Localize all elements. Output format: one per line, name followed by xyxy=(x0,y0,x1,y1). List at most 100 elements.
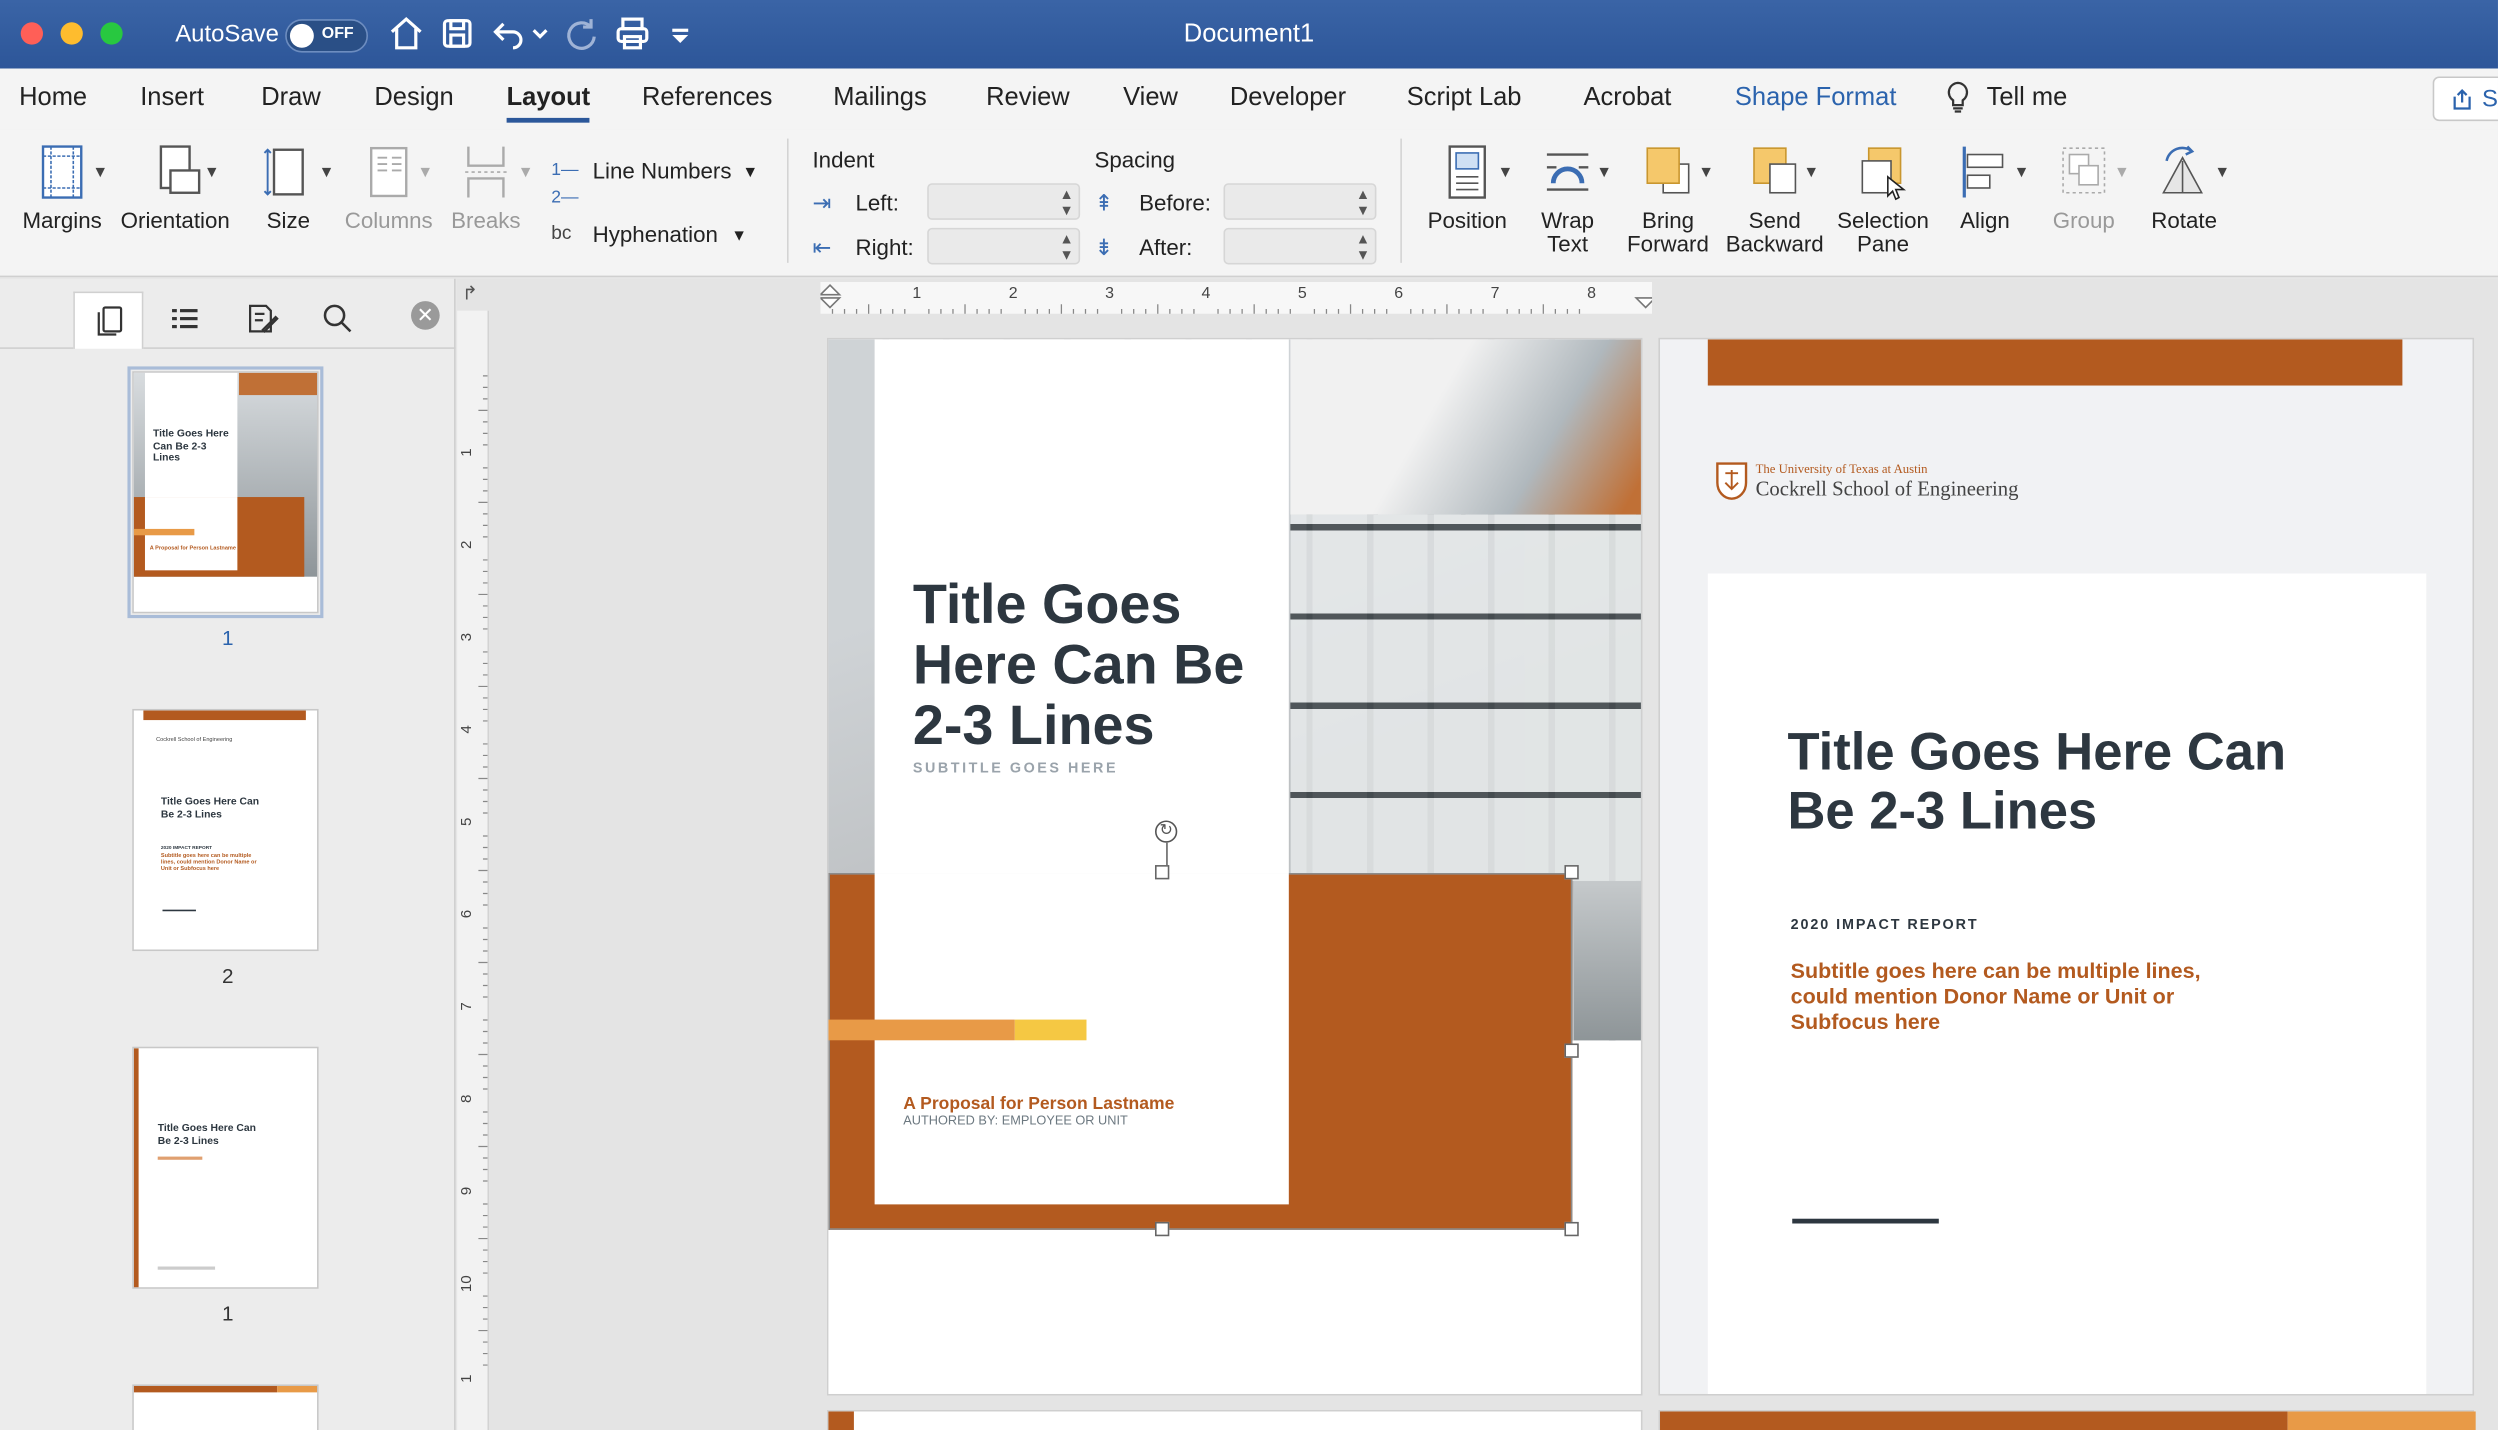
tell-me-search[interactable]: Tell me xyxy=(1987,84,2068,113)
document-canvas[interactable]: ↱ 1 2 3 4 5 6 7 8 1 2 3 4 5 6 7 8 9 10 1… xyxy=(457,278,2498,1430)
report-label[interactable]: 2020 IMPACT REPORT xyxy=(1791,916,1979,932)
chevron-down-icon[interactable]: ▼ xyxy=(1596,164,1612,182)
page-report[interactable]: The University of Texas at Austin Cockre… xyxy=(1658,337,2475,1396)
autosave-toggle[interactable]: OFF xyxy=(285,19,369,53)
tab-design[interactable]: Design xyxy=(374,84,453,113)
resize-handle-bottom[interactable] xyxy=(1154,1221,1170,1237)
spacing-after-input[interactable]: ▲ ▼ xyxy=(1223,227,1377,265)
hyphenation-button[interactable]: bc Hyphenation ▼ xyxy=(551,220,768,246)
group-button[interactable]: Group xyxy=(2039,142,2128,233)
align-button[interactable]: Align xyxy=(1940,142,2029,233)
redo-icon[interactable] xyxy=(562,14,600,52)
thumb-title: Title Goes Here Can Be 2-3 Lines xyxy=(152,428,229,464)
spacing-before-input[interactable]: ▲ ▼ xyxy=(1223,183,1377,220)
chevron-down-icon[interactable]: ▼ xyxy=(2214,164,2230,182)
save-icon[interactable] xyxy=(438,14,476,52)
tab-layout[interactable]: Layout xyxy=(506,84,591,123)
search-tab[interactable] xyxy=(303,292,373,349)
chevron-down-icon[interactable]: ▼ xyxy=(204,164,220,182)
tab-home[interactable]: Home xyxy=(19,84,87,113)
indent-left-input[interactable]: ▲ ▼ xyxy=(927,183,1081,220)
columns-button[interactable]: Columns xyxy=(341,142,437,233)
page-thumbnail-4[interactable] xyxy=(132,1384,319,1430)
ruler-number: 3 xyxy=(458,633,475,641)
print-icon[interactable] xyxy=(613,14,651,52)
proposal-text[interactable]: A Proposal for Person Lastname xyxy=(903,1094,1174,1113)
wrap-text-button[interactable]: Wrap Text xyxy=(1521,142,1613,257)
horizontal-ruler[interactable]: 1 2 3 4 5 6 7 8 xyxy=(820,281,1653,314)
rotate-handle-icon[interactable]: ↻ xyxy=(1154,820,1178,843)
rotate-button[interactable]: Rotate xyxy=(2140,142,2229,233)
stepper-arrows-icon[interactable]: ▲ ▼ xyxy=(1356,231,1370,263)
tab-acrobat[interactable]: Acrobat xyxy=(1584,84,1672,113)
ruler-number: 2 xyxy=(1009,285,1018,302)
bring-forward-button[interactable]: Bring Forward xyxy=(1619,142,1718,257)
tab-references[interactable]: References xyxy=(642,84,772,113)
chevron-down-icon[interactable]: ▼ xyxy=(1803,164,1819,182)
resize-handle-top[interactable] xyxy=(1154,865,1170,880)
margins-button[interactable]: Margins xyxy=(16,142,108,233)
ruler-number: 4 xyxy=(458,725,475,733)
page-thumbnail-1[interactable]: Title Goes Here Can Be 2-3 Lines A Propo… xyxy=(127,366,324,619)
undo-dropdown-icon[interactable] xyxy=(531,14,550,52)
maximize-window-button[interactable] xyxy=(100,22,123,45)
chevron-down-icon[interactable]: ▼ xyxy=(2014,164,2030,182)
stepper-arrows-icon[interactable]: ▲ ▼ xyxy=(1356,186,1370,218)
close-window-button[interactable] xyxy=(20,22,44,45)
chevron-down-icon[interactable]: ▼ xyxy=(2114,164,2130,182)
customize-toolbar-icon[interactable] xyxy=(668,14,693,52)
authored-by-text[interactable]: AUTHORED BY: EMPLOYEE OR UNIT xyxy=(903,1114,1128,1128)
minimize-window-button[interactable] xyxy=(60,22,83,45)
cover-subtitle[interactable]: SUBTITLE GOES HERE xyxy=(913,760,1118,776)
report-subtitle[interactable]: Subtitle goes here can be multiple lines… xyxy=(1791,959,2253,1035)
selection-pane-button[interactable]: Selection Pane xyxy=(1832,142,1934,257)
indent-right-icon: ⇤ xyxy=(812,234,832,260)
send-backward-button[interactable]: Send Backward xyxy=(1722,142,1827,257)
home-icon[interactable] xyxy=(387,14,425,52)
chevron-down-icon[interactable]: ▼ xyxy=(92,164,108,182)
changes-tab[interactable] xyxy=(226,292,296,349)
page-thumbnail-3[interactable]: Title Goes Here Can Be 2-3 Lines xyxy=(132,1046,319,1289)
thumbnails-tab[interactable] xyxy=(73,291,144,349)
layout-ribbon: Margins ▼ Orientation ▼ Size ▼ Columns ▼… xyxy=(0,129,2498,278)
tab-developer[interactable]: Developer xyxy=(1230,84,1346,113)
breaks-button[interactable]: Breaks xyxy=(446,142,526,233)
tab-insert[interactable]: Insert xyxy=(140,84,204,113)
orientation-button[interactable]: Orientation xyxy=(118,142,233,233)
chevron-down-icon[interactable]: ▼ xyxy=(1698,164,1714,182)
tab-script-lab[interactable]: Script Lab xyxy=(1407,84,1522,113)
resize-handle-top-right[interactable] xyxy=(1564,865,1579,880)
tab-mailings[interactable]: Mailings xyxy=(833,84,926,113)
cover-title[interactable]: Title Goes Here Can Be 2-3 Lines xyxy=(913,574,1279,757)
tab-view[interactable]: View xyxy=(1123,84,1178,113)
tab-draw[interactable]: Draw xyxy=(261,84,320,113)
close-icon[interactable]: ✕ xyxy=(411,301,440,330)
stepper-arrows-icon[interactable]: ▲ ▼ xyxy=(1060,186,1074,218)
tab-review[interactable]: Review xyxy=(986,84,1070,113)
page-4-preview[interactable] xyxy=(1658,1409,2476,1430)
resize-handle-bottom-right[interactable] xyxy=(1564,1221,1579,1237)
report-title[interactable]: Title Goes Here Can Be 2-3 Lines xyxy=(1787,722,2313,840)
position-button[interactable]: Position xyxy=(1421,142,1513,233)
stepper-arrows-icon[interactable]: ▲ ▼ xyxy=(1060,231,1074,263)
lightbulb-icon[interactable] xyxy=(1945,80,1970,115)
tab-shape-format[interactable]: Shape Format xyxy=(1735,84,1897,113)
outline-tab[interactable] xyxy=(150,292,220,349)
resize-handle-right[interactable] xyxy=(1564,1043,1579,1058)
page-thumbnail-2[interactable]: Cockrell School of Engineering Title Goe… xyxy=(132,708,319,952)
page-3-preview[interactable] xyxy=(826,1409,1643,1430)
indent-right-input[interactable]: ▲ ▼ xyxy=(927,227,1081,265)
share-button[interactable]: S xyxy=(2432,76,2498,122)
chevron-down-icon[interactable]: ▼ xyxy=(518,164,534,182)
thumb-subtitle: Subtitle goes here can be multiple lines… xyxy=(160,852,257,872)
ruler-number: 8 xyxy=(458,1095,475,1103)
undo-icon[interactable] xyxy=(489,14,527,52)
vertical-ruler[interactable]: 1 2 3 4 5 6 7 8 9 10 1 xyxy=(457,310,490,1430)
chevron-down-icon[interactable]: ▼ xyxy=(319,164,335,182)
size-button[interactable]: Size xyxy=(249,142,329,233)
chevron-down-icon[interactable]: ▼ xyxy=(1498,164,1514,182)
chevron-down-icon[interactable]: ▼ xyxy=(417,164,433,182)
tab-selector-icon[interactable]: ↱ xyxy=(462,282,478,304)
page-cover[interactable]: Title Goes Here Can Be 2-3 Lines SUBTITL… xyxy=(826,337,1643,1396)
line-numbers-button[interactable]: 1— 2— Line Numbers ▼ xyxy=(551,156,768,210)
